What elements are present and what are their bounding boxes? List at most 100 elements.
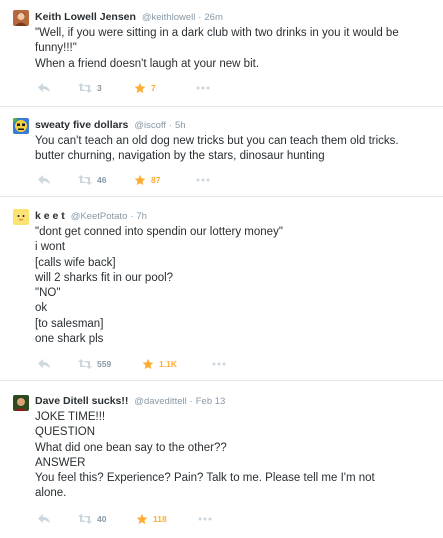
author-name[interactable]: k e e t [35,210,65,222]
avatar[interactable] [13,209,29,225]
reply-icon [38,514,50,524]
tweet-timestamp[interactable]: 26m [204,12,222,23]
reply-button[interactable] [38,173,50,187]
tweet-text-line: ok [35,302,48,315]
tweet-actions: 46 87 [38,173,238,187]
tweet-header: Dave Ditell sucks!! @davedittell · Feb 1… [35,394,225,409]
tweet-text-line: alone. [35,487,67,500]
author-handle[interactable]: @iscoff [134,120,166,131]
author-name[interactable]: Keith Lowell Jensen [35,11,136,23]
tweet[interactable]: sweaty five dollars @iscoff · 5h You can… [0,107,443,197]
retweet-count: 559 [97,359,112,369]
favorite-count: 7 [151,83,156,93]
retweet-button[interactable]: 40 [78,512,106,526]
author-name[interactable]: sweaty five dollars [35,119,128,131]
tweet-text-line: [to salesman] [35,317,104,330]
more-button[interactable] [212,357,226,371]
more-button[interactable] [196,173,210,187]
retweet-button[interactable]: 46 [78,173,106,187]
separator-dot: · [130,211,134,222]
separator-dot: · [198,12,202,23]
star-icon [142,358,154,370]
author-handle[interactable]: @davedittell [134,396,186,407]
tweet-actions: 559 1.1K [38,357,238,371]
tweet-text-line: one shark pls [35,333,104,346]
retweet-button[interactable]: 559 [78,357,111,371]
tweet-timestamp[interactable]: Feb 13 [196,396,226,407]
retweet-button[interactable]: 3 [78,81,102,95]
tweet[interactable]: Dave Ditell sucks!! @davedittell · Feb 1… [0,381,443,538]
tweet-header: sweaty five dollars @iscoff · 5h [35,118,186,133]
avatar[interactable] [13,118,29,134]
reply-icon [38,83,50,93]
tweet-text-line: QUESTION [35,426,96,439]
favorite-button[interactable]: 118 [136,512,167,526]
tweet-text-line: What did one bean say to the other?? [35,441,227,454]
retweet-icon [78,359,92,369]
retweet-icon [78,83,92,93]
tweet-text-line: butter churning, navigation by the stars… [35,150,325,163]
tweet-text-line: i wont [35,241,66,254]
tweet-text-line: ANSWER [35,456,86,469]
tweet-header: Keith Lowell Jensen @keithlowell · 26m [35,10,223,25]
tweet-timestamp[interactable]: 5h [175,120,186,131]
separator-dot: · [168,120,173,131]
favorite-button[interactable]: 7 [134,81,156,95]
tweet-timestamp[interactable]: 7h [136,211,147,222]
tweet-text: "dont get conned into spendin our lotter… [35,225,435,347]
separator-dot: · [189,396,193,407]
reply-icon [38,359,50,369]
tweet-text: "Well, if you were sitting in a dark clu… [35,26,435,72]
tweet-text: You can't teach an old dog new tricks bu… [35,134,435,165]
favorite-count: 1.1K [159,359,177,369]
avatar-image [13,118,29,134]
avatar[interactable] [13,10,29,26]
retweet-icon [78,514,92,524]
retweet-count: 3 [97,83,102,93]
tweet-text-line: You can't teach an old dog new tricks bu… [35,135,399,147]
star-icon [134,174,146,186]
more-button[interactable] [198,512,212,526]
author-handle[interactable]: @KeetPotato [71,211,128,222]
star-icon [136,513,148,525]
tweet-text-line: When a friend doesn't laugh at your new … [35,57,260,70]
tweet[interactable]: k e e t @KeetPotato · 7h "dont get conne… [0,197,443,381]
favorite-button[interactable]: 1.1K [142,357,177,371]
tweet-text-line: funny!!!" [35,42,77,55]
tweet[interactable]: Keith Lowell Jensen @keithlowell · 26m "… [0,0,443,107]
retweet-icon [78,175,92,185]
more-dots-icon [198,517,212,521]
tweet-text-line: You feel this? Experience? Pain? Talk to… [35,472,375,485]
avatar-image [13,209,29,225]
tweet-actions: 3 7 [38,81,238,95]
more-dots-icon [212,362,226,366]
author-handle[interactable]: @keithlowell [142,12,195,23]
more-dots-icon [196,86,210,90]
reply-icon [38,175,50,185]
favorite-count: 87 [151,175,161,185]
tweet-text-line: "Well, if you were sitting in a dark clu… [35,27,399,39]
retweet-count: 46 [97,175,107,185]
more-button[interactable] [196,81,210,95]
retweet-count: 40 [97,514,107,524]
author-name[interactable]: Dave Ditell sucks!! [35,395,128,407]
reply-button[interactable] [38,512,50,526]
tweet-text-line: [calls wife back] [35,256,116,269]
tweet-text-line: "dont get conned into spendin our lotter… [35,226,283,238]
reply-button[interactable] [38,357,50,371]
favorite-button[interactable]: 87 [134,173,160,187]
favorite-count: 118 [153,514,167,524]
avatar-image [13,395,29,411]
more-dots-icon [196,178,210,182]
avatar-image [13,10,29,26]
tweet-actions: 40 118 [38,512,238,526]
tweet-text-line: "NO" [35,287,61,300]
tweet-timeline: Keith Lowell Jensen @keithlowell · 26m "… [0,0,443,538]
tweet-text: JOKE TIME!!! QUESTION What did one bean … [35,410,435,502]
avatar[interactable] [13,395,29,411]
tweet-header: k e e t @KeetPotato · 7h [35,209,147,224]
reply-button[interactable] [38,81,50,95]
tweet-text-line: will 2 sharks fit in our pool? [35,271,174,284]
tweet-text-line: JOKE TIME!!! [35,411,106,423]
star-icon [134,82,146,94]
